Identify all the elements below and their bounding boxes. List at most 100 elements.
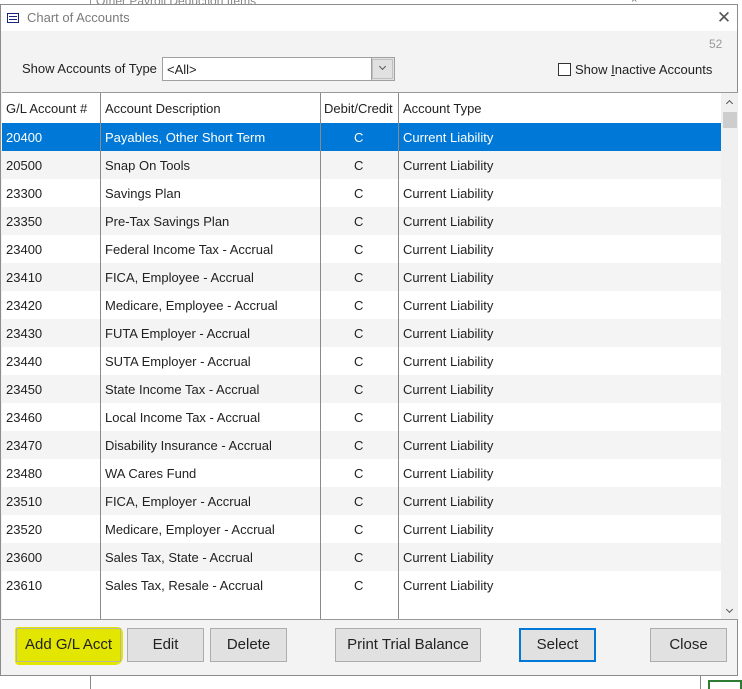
table-row[interactable]: 23450 State Income Tax - Accrual C Current …	[2, 375, 721, 403]
window-title: Chart of Accounts	[27, 10, 130, 25]
cell-account-type: Current Liability	[403, 382, 494, 397]
cell-account-type: Current Liability	[403, 354, 494, 369]
cell-debit-credit: C	[354, 550, 364, 565]
column-divider	[398, 93, 399, 619]
vertical-scrollbar[interactable]	[721, 93, 738, 619]
cell-debit-credit: C	[354, 158, 364, 173]
cell-account-type: Current Liability	[403, 298, 494, 313]
cell-debit-credit: C	[354, 270, 364, 285]
cell-description: Disability Insurance - Accrual	[105, 438, 272, 453]
table-row[interactable]: 23410 FICA, Employee - Accrual C Current Li…	[2, 263, 721, 291]
column-header-description[interactable]: Account Description	[105, 101, 221, 116]
cell-debit-credit: C	[354, 578, 364, 593]
cell-account-number: 23610	[6, 578, 43, 593]
column-divider	[100, 93, 101, 619]
cell-description: Medicare, Employee - Accrual	[105, 298, 278, 313]
column-header-account-type[interactable]: Account Type	[403, 101, 482, 116]
cell-account-type: Current Liability	[403, 494, 494, 509]
table-row[interactable]: 23300 Savings Plan C Current Liability	[2, 179, 721, 207]
cell-description: FICA, Employer - Accrual	[105, 494, 251, 509]
column-divider	[320, 93, 321, 619]
table-row[interactable]: 23420 Medicare, Employee - Accrual C Curren…	[2, 291, 721, 319]
table-row[interactable]: 23480 WA Cares Fund C Current Liability	[2, 459, 721, 487]
checkbox-icon[interactable]	[558, 63, 571, 76]
cell-description: Sales Tax, Resale - Accrual	[105, 578, 263, 593]
app-window-icon	[7, 13, 19, 23]
table-row[interactable]: 20400 Payables, Other Short Term C Current …	[2, 123, 721, 151]
cell-account-number: 20400	[6, 130, 43, 145]
cell-account-type: Current Liability	[403, 130, 494, 145]
table-row[interactable]: 23460 Local Income Tax - Accrual C Current …	[2, 403, 721, 431]
background-green-element	[708, 680, 742, 689]
add-gl-account-button[interactable]: Add G/L Acct	[16, 628, 121, 662]
cell-account-type: Current Liability	[403, 158, 494, 173]
table-header: G/L Account # Account Description Debit/…	[2, 93, 721, 122]
cell-description: Local Income Tax - Accrual	[105, 410, 261, 425]
cell-debit-credit: C	[354, 298, 364, 313]
cell-debit-credit: C	[354, 354, 364, 369]
cell-account-number: 23520	[6, 522, 43, 537]
cell-account-number: 23410	[6, 270, 43, 285]
close-icon[interactable]: ✕	[715, 9, 733, 27]
select-button[interactable]: Select	[519, 628, 596, 662]
cell-description: Sales Tax, State - Accrual	[105, 550, 253, 565]
cell-description: Payables, Other Short Term	[105, 130, 266, 145]
account-type-select[interactable]: <All>	[162, 57, 395, 81]
cell-account-number: 23440	[6, 354, 43, 369]
edit-button[interactable]: Edit	[127, 628, 204, 662]
cell-account-type: Current Liability	[403, 410, 494, 425]
scrollbar-thumb[interactable]	[723, 112, 737, 128]
cell-account-type: Current Liability	[403, 438, 494, 453]
cell-account-type: Current Liability	[403, 326, 494, 341]
table-row[interactable]: 23350 Pre-Tax Savings Plan C Current Liabil…	[2, 207, 721, 235]
delete-button[interactable]: Delete	[210, 628, 287, 662]
cell-account-type: Current Liability	[403, 186, 494, 201]
cell-account-number: 23300	[6, 186, 43, 201]
show-inactive-label: Show Inactive Accounts	[575, 62, 713, 77]
cell-account-number: 23460	[6, 410, 43, 425]
cell-debit-credit: C	[354, 382, 364, 397]
cell-account-type: Current Liability	[403, 466, 494, 481]
cell-debit-credit: C	[354, 214, 364, 229]
table-row[interactable]: 20500 Snap On Tools C Current Liability	[2, 151, 721, 179]
table-row[interactable]: 23470 Disability Insurance - Accrual C Curr…	[2, 431, 721, 459]
table-row[interactable]: 23430 FUTA Employer - Accrual C Current Lia…	[2, 319, 721, 347]
account-type-label: Show Accounts of Type	[22, 61, 157, 76]
cell-description: Federal Income Tax - Accrual	[105, 242, 274, 257]
background-divider	[90, 675, 91, 689]
column-header-account[interactable]: G/L Account #	[6, 101, 87, 116]
scroll-up-icon[interactable]	[721, 95, 738, 109]
table-row[interactable]: 23440 SUTA Employer - Accrual C Current Lia…	[2, 347, 721, 375]
close-button[interactable]: Close	[650, 628, 727, 662]
background-divider	[700, 675, 701, 689]
cell-account-type: Current Liability	[403, 270, 494, 285]
table-row[interactable]: 23600 Sales Tax, State - Accrual C Current …	[2, 543, 721, 571]
cell-debit-credit: C	[354, 466, 364, 481]
cell-account-number: 23420	[6, 298, 43, 313]
cell-account-number: 23600	[6, 550, 43, 565]
table-row[interactable]: 23520 Medicare, Employer - Accrual C Curren…	[2, 515, 721, 543]
table-row[interactable]: 23400 Federal Income Tax - Accrual C Curren…	[2, 235, 721, 263]
cell-description: FICA, Employee - Accrual	[105, 270, 254, 285]
print-trial-balance-button[interactable]: Print Trial Balance	[335, 628, 481, 662]
cell-description: SUTA Employer - Accrual	[105, 354, 251, 369]
cell-debit-credit: C	[354, 242, 364, 257]
cell-debit-credit: C	[354, 130, 364, 145]
cell-debit-credit: C	[354, 494, 364, 509]
column-header-debit-credit[interactable]: Debit/Credit	[324, 101, 393, 116]
cell-account-number: 23400	[6, 242, 43, 257]
cell-description: WA Cares Fund	[105, 466, 197, 481]
table-row[interactable]: 23610 Sales Tax, Resale - Accrual C Current…	[2, 571, 721, 599]
cell-account-number: 23350	[6, 214, 43, 229]
title-bar[interactable]: Chart of Accounts ✕	[1, 5, 737, 31]
scroll-down-icon[interactable]	[721, 604, 738, 618]
chevron-down-icon[interactable]	[371, 58, 394, 80]
cell-description: Snap On Tools	[105, 158, 191, 173]
table-row[interactable]: 23510 FICA, Employer - Accrual C Current Li…	[2, 487, 721, 515]
cell-description: Pre-Tax Savings Plan	[105, 214, 230, 229]
cell-account-number: 23450	[6, 382, 43, 397]
cell-debit-credit: C	[354, 410, 364, 425]
cell-account-type: Current Liability	[403, 578, 494, 593]
cell-account-number: 23480	[6, 466, 43, 481]
accounts-table: G/L Account # Account Description Debit/…	[2, 92, 738, 620]
